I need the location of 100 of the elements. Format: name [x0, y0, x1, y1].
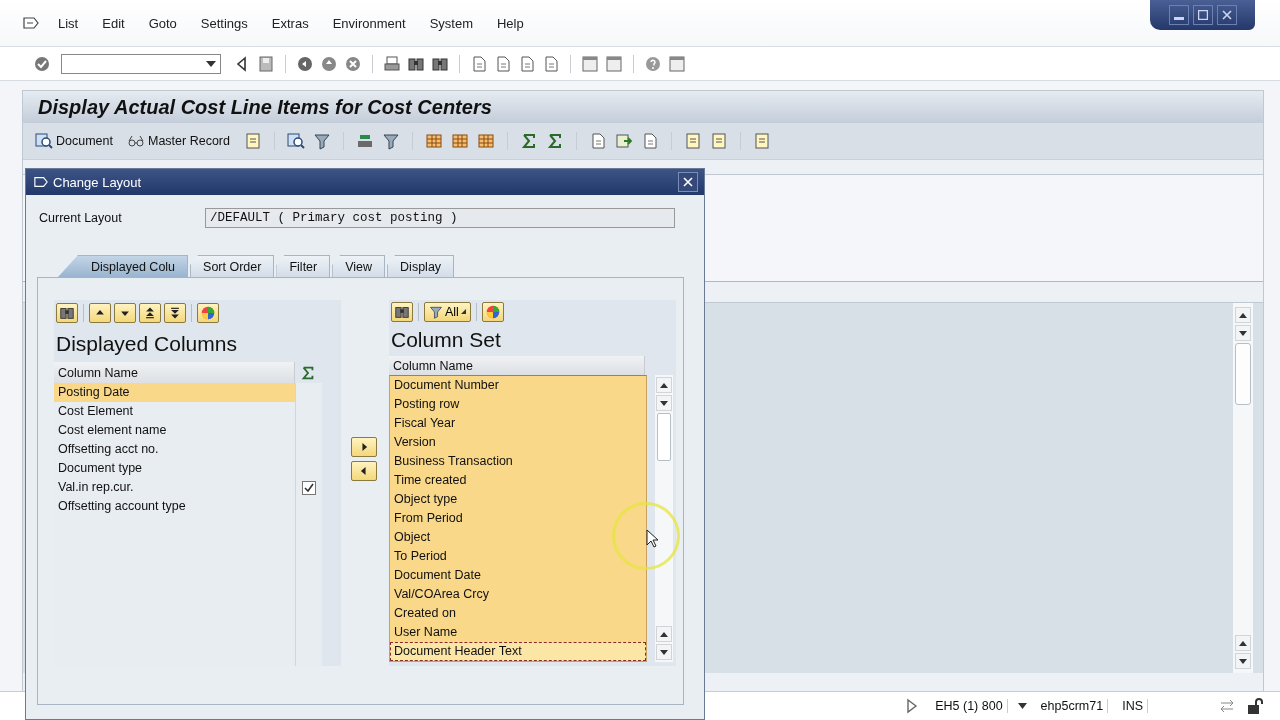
- window-icon[interactable]: [581, 54, 599, 73]
- master-record-button[interactable]: Master Record: [127, 132, 236, 150]
- total-checkbox[interactable]: [302, 480, 316, 495]
- grid-icon[interactable]: [476, 132, 495, 150]
- filter-icon[interactable]: [429, 304, 443, 319]
- scroll-down-icon: [1239, 330, 1247, 336]
- field-label: Current Layout: [39, 211, 123, 225]
- magnifier-icon[interactable]: [35, 132, 53, 150]
- cancel-icon[interactable]: [344, 54, 362, 73]
- grid-icon[interactable]: [424, 132, 443, 150]
- close-button[interactable]: [1216, 5, 1237, 25]
- tab[interactable]: View: [332, 255, 386, 277]
- close-icon: [683, 177, 693, 187]
- list-row[interactable]: Cost Element: [54, 402, 295, 421]
- input-mode: INS: [1118, 699, 1148, 713]
- menu-icon[interactable]: [22, 14, 40, 32]
- tab[interactable]: Sort Order: [190, 255, 275, 277]
- scroll-thumb[interactable]: [1235, 343, 1251, 405]
- subtotal-icon[interactable]: [545, 132, 564, 150]
- panel-heading: Displayed Columns: [55, 331, 238, 357]
- list-row[interactable]: Object type: [390, 490, 646, 509]
- menu-item[interactable]: Edit: [102, 15, 125, 31]
- list-row[interactable]: Posting Date: [54, 383, 295, 402]
- menu-icon[interactable]: [33, 175, 49, 189]
- page-icon[interactable]: [518, 54, 536, 73]
- page-icon[interactable]: [542, 54, 560, 73]
- tab[interactable]: Filter: [276, 255, 331, 277]
- list-row[interactable]: Document Header Text: [390, 642, 646, 661]
- list-row[interactable]: Business Transaction: [390, 452, 646, 471]
- column-header[interactable]: Column Name: [389, 356, 645, 375]
- remove-column-button[interactable]: [351, 461, 377, 481]
- list-row[interactable]: Document Date: [390, 566, 646, 585]
- lock-icon[interactable]: [1246, 697, 1264, 715]
- scroll-up-icon: [1239, 312, 1247, 318]
- maximize-icon: [1197, 10, 1208, 20]
- menu-item[interactable]: System: [429, 15, 473, 31]
- filter-button[interactable]: All: [424, 301, 471, 322]
- list-row[interactable]: Offsetting account type: [54, 497, 295, 516]
- list-row[interactable]: Val/COArea Crcy: [390, 585, 646, 604]
- list-row[interactable]: Document Number: [390, 376, 646, 395]
- column-header[interactable]: Column Name: [54, 362, 295, 383]
- list-row[interactable]: From Period: [390, 509, 646, 528]
- list-row[interactable]: User Name: [390, 623, 646, 642]
- list-row[interactable]: Fiscal Year: [390, 414, 646, 433]
- tab[interactable]: Displayed Colu: [58, 255, 189, 277]
- layout-field[interactable]: /DEFAULT ( Primary cost posting ): [205, 208, 675, 228]
- document-icon[interactable]: [752, 132, 771, 150]
- list-row[interactable]: Document type: [54, 459, 295, 478]
- export-icon[interactable]: [614, 132, 633, 150]
- document-icon[interactable]: [683, 132, 702, 150]
- magnifier-icon[interactable]: [286, 132, 305, 150]
- scroll-down-icon: [660, 649, 668, 655]
- list-row[interactable]: Object: [390, 528, 646, 547]
- dropdown-caret-icon: [206, 60, 216, 67]
- menu-item[interactable]: Settings: [200, 15, 248, 31]
- sum-icon[interactable]: [519, 132, 538, 150]
- menu-item[interactable]: Help: [497, 15, 524, 31]
- list-row[interactable]: To Period: [390, 547, 646, 566]
- list-row[interactable]: Posting row: [390, 395, 646, 414]
- scrollbar[interactable]: [1233, 303, 1253, 673]
- enter-icon[interactable]: [33, 54, 51, 73]
- grid-icon[interactable]: [450, 132, 469, 150]
- command-field[interactable]: [61, 53, 221, 74]
- document-icon[interactable]: [243, 132, 262, 150]
- exit-icon[interactable]: [320, 54, 338, 73]
- maximize-button[interactable]: [1192, 5, 1213, 25]
- panel-heading: Column Set: [390, 326, 502, 353]
- menu-item[interactable]: Extras: [271, 15, 309, 31]
- scrollbar[interactable]: [655, 375, 673, 662]
- transfer-icon[interactable]: [1218, 697, 1236, 715]
- tab[interactable]: Display: [387, 255, 455, 277]
- add-column-button[interactable]: [351, 437, 377, 457]
- menu-item[interactable]: List: [58, 15, 79, 31]
- minimize-button[interactable]: [1168, 5, 1189, 25]
- list-row[interactable]: Time created: [390, 471, 646, 490]
- window-icon[interactable]: [605, 54, 623, 73]
- document-button[interactable]: Document: [35, 132, 119, 150]
- scroll-down-icon: [660, 400, 668, 406]
- dropdown-caret-icon: [1017, 703, 1027, 709]
- filter-icon[interactable]: [312, 132, 331, 150]
- filter-icon[interactable]: [381, 132, 400, 150]
- document-icon[interactable]: [709, 132, 728, 150]
- list-row[interactable]: Val.in rep.cur.: [54, 478, 295, 497]
- dialog-title: Change Layout: [53, 174, 143, 190]
- page-icon[interactable]: [470, 54, 488, 73]
- menu-item[interactable]: Environment: [332, 15, 406, 31]
- list-row[interactable]: Cost element name: [54, 421, 295, 440]
- list-row[interactable]: Offsetting acct no.: [54, 440, 295, 459]
- sum-icon[interactable]: [300, 364, 316, 381]
- system-info: EH5 (1) 800: [931, 699, 1008, 713]
- scroll-thumb[interactable]: [657, 413, 671, 461]
- close-button[interactable]: [678, 172, 698, 192]
- save-icon[interactable]: [257, 54, 275, 73]
- help-icon[interactable]: [644, 54, 662, 73]
- back-icon[interactable]: [296, 54, 314, 73]
- menu-item[interactable]: Goto: [148, 15, 177, 31]
- list-row[interactable]: Version: [390, 433, 646, 452]
- page-icon[interactable]: [494, 54, 512, 73]
- list-row[interactable]: Created on: [390, 604, 646, 623]
- server-name: ehp5crm71: [1036, 699, 1109, 713]
